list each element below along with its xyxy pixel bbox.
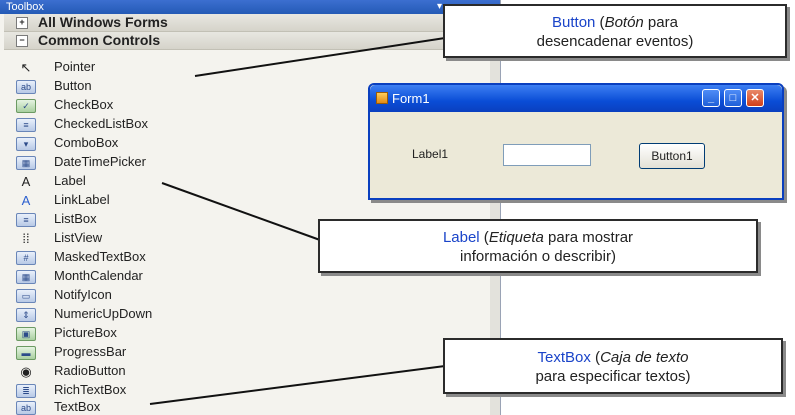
- form-app-icon: [376, 92, 388, 104]
- close-button[interactable]: ✕: [746, 89, 764, 107]
- label-callout-line: [161, 182, 321, 241]
- button-callout: Button (Botón para desencadenar eventos): [443, 4, 787, 58]
- callout-line-1: Button (Botón para: [445, 13, 785, 32]
- callout-line-1: TextBox (Caja de texto: [445, 348, 781, 367]
- form-title: Form1: [392, 91, 430, 106]
- callout-italic: Caja de texto: [600, 349, 689, 366]
- form-button[interactable]: Button1: [639, 143, 705, 169]
- callout-text: para mostrar: [543, 229, 634, 246]
- callout-line-2: información o describir): [460, 248, 616, 265]
- callout-italic: Etiqueta: [488, 229, 544, 246]
- form-body: Label1 Button1: [370, 112, 782, 198]
- form1-window: Form1 _ □ ✕ Label1 Button1: [368, 83, 784, 200]
- callout-text: (: [595, 14, 605, 31]
- callout-line-1: Label (Etiqueta para mostrar: [320, 228, 756, 247]
- callout-keyword: Label: [442, 229, 480, 246]
- form-textbox[interactable]: [503, 144, 591, 166]
- callout-keyword: TextBox: [537, 349, 591, 366]
- maximize-button[interactable]: □: [724, 89, 742, 107]
- label-callout: Label (Etiqueta para mostrar información…: [318, 219, 758, 273]
- form-titlebar[interactable]: Form1 _ □ ✕: [370, 85, 782, 112]
- textbox-callout: TextBox (Caja de texto para especificar …: [443, 338, 783, 394]
- callout-italic: Botón: [604, 14, 644, 31]
- form-label: Label1: [412, 147, 449, 161]
- callout-text: para: [643, 14, 678, 31]
- callout-line-2: desencadenar eventos): [536, 33, 694, 50]
- callout-keyword: Button: [552, 14, 596, 31]
- callout-line-2: para especificar textos): [535, 368, 691, 385]
- textbox-callout-line: [149, 365, 446, 405]
- callout-text: (: [479, 229, 489, 246]
- button-callout-line: [194, 37, 446, 77]
- callout-text: (: [590, 349, 601, 366]
- minimize-button[interactable]: _: [702, 89, 720, 107]
